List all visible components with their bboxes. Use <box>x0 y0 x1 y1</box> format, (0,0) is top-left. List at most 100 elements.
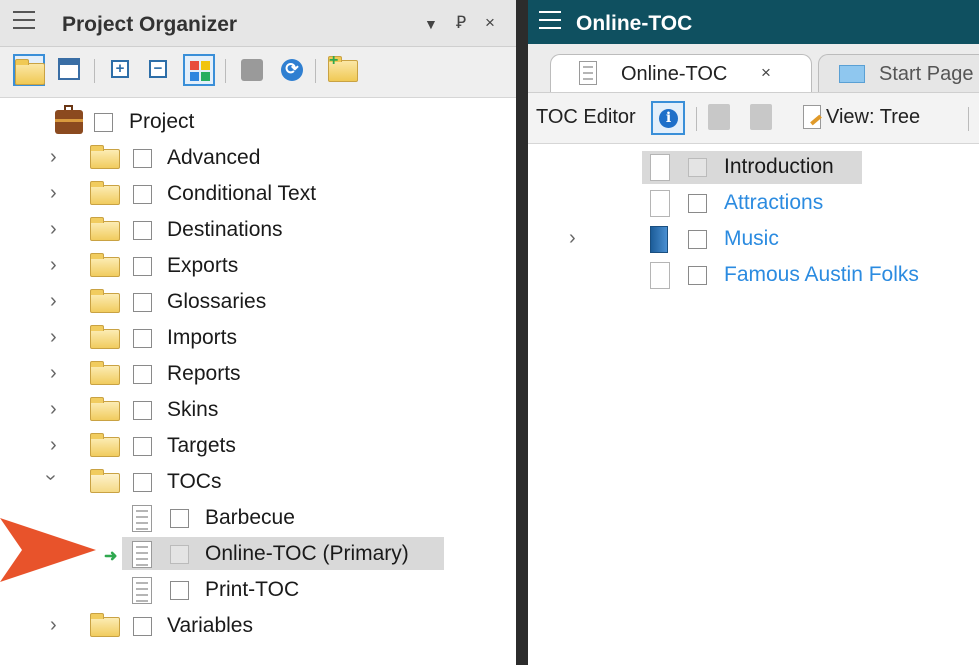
toc-link[interactable]: Famous Austin Folks <box>724 263 919 287</box>
info-icon: i <box>659 109 678 128</box>
checkbox[interactable] <box>94 113 113 132</box>
folder-view-button[interactable] <box>13 54 45 86</box>
tree-folder-variables[interactable]: › Variables <box>0 608 516 644</box>
tree-folder-advanced[interactable]: › Advanced <box>0 140 516 176</box>
tree-label: Exports <box>167 254 239 277</box>
checkbox[interactable] <box>133 473 152 492</box>
toc-link[interactable]: Music <box>724 227 779 251</box>
disabled-icon <box>241 59 263 81</box>
menu-icon[interactable] <box>539 11 561 29</box>
toolbar-title: TOC Editor <box>536 106 636 128</box>
checkbox[interactable] <box>133 329 152 348</box>
menu-icon[interactable] <box>13 11 35 29</box>
chevron-down-icon[interactable]: › <box>39 474 62 481</box>
tree-folder-tocs[interactable]: › TOCs <box>0 464 516 500</box>
dropdown-icon[interactable]: ▼ <box>424 16 438 32</box>
collapse-all-button[interactable]: − <box>143 54 175 86</box>
checkbox[interactable] <box>688 158 707 177</box>
chevron-right-icon[interactable]: › <box>50 398 57 421</box>
chevron-right-icon[interactable]: › <box>50 254 57 277</box>
tree-folder-reports[interactable]: › Reports <box>0 356 516 392</box>
chevron-right-icon[interactable]: › <box>50 434 57 457</box>
checkbox[interactable] <box>688 194 707 213</box>
tab-online-toc[interactable]: Online-TOC × <box>550 54 812 92</box>
tree-label: Imports <box>167 326 238 349</box>
toc-label: Introduction <box>724 155 834 178</box>
chevron-right-icon[interactable]: › <box>569 227 576 250</box>
toc-link[interactable]: Attractions <box>724 191 823 215</box>
chevron-right-icon[interactable]: › <box>50 362 57 385</box>
project-organizer-title-bar: Project Organizer ▼ Ꝑ × <box>0 0 516 47</box>
primary-target-arrow-icon: ➜ <box>104 548 118 565</box>
view-icon <box>803 105 821 129</box>
tree-label: Glossaries <box>167 290 267 313</box>
folder-icon <box>90 145 120 169</box>
document-tab-bar: Online-TOC × Start Page <box>528 44 979 93</box>
project-organizer-toolbar: + − ⟳ + <box>0 47 516 98</box>
tree-folder-conditional-text[interactable]: › Conditional Text <box>0 176 516 212</box>
disabled-tool-icon[interactable] <box>750 104 772 130</box>
tree-folder-skins[interactable]: › Skins <box>0 392 516 428</box>
checkbox[interactable] <box>133 257 152 276</box>
tree-root-project[interactable]: Project <box>0 104 516 140</box>
tree-folder-exports[interactable]: › Exports <box>0 248 516 284</box>
tree-folder-targets[interactable]: › Targets <box>0 428 516 464</box>
view-mode-button[interactable]: View: Tree <box>826 106 920 129</box>
sync-button[interactable]: ⟳ <box>276 54 308 86</box>
tree-label: Project <box>129 110 195 133</box>
checkbox[interactable] <box>688 230 707 249</box>
folder-icon <box>90 253 120 277</box>
properties-button[interactable]: i <box>651 101 685 135</box>
chevron-right-icon[interactable]: › <box>50 326 57 349</box>
checkbox[interactable] <box>170 545 189 564</box>
checkbox[interactable] <box>133 185 152 204</box>
chevron-right-icon[interactable]: › <box>50 290 57 313</box>
toc-item-introduction[interactable]: Introduction <box>528 149 979 185</box>
layout-button[interactable] <box>183 54 215 86</box>
plus-icon: + <box>329 52 339 69</box>
tree-label: Reports <box>167 362 241 385</box>
checkbox[interactable] <box>170 581 189 600</box>
tree-label: Conditional Text <box>167 182 317 205</box>
disabled-tool-button[interactable] <box>236 54 268 86</box>
tree-folder-glossaries[interactable]: › Glossaries <box>0 284 516 320</box>
checkbox[interactable] <box>133 149 152 168</box>
book-icon <box>650 226 668 253</box>
checkbox[interactable] <box>170 509 189 528</box>
chevron-right-icon[interactable]: › <box>50 218 57 241</box>
checkbox[interactable] <box>133 617 152 636</box>
expand-all-button[interactable]: + <box>105 54 137 86</box>
toc-item-attractions[interactable]: Attractions <box>528 185 979 221</box>
checkbox[interactable] <box>133 401 152 420</box>
add-folder-button[interactable]: + <box>326 52 358 86</box>
close-tab-icon[interactable]: × <box>761 63 771 83</box>
tree-label: Advanced <box>167 146 261 169</box>
toolbar-separator <box>315 59 316 83</box>
folder-icon <box>90 433 120 457</box>
tree-folder-imports[interactable]: › Imports <box>0 320 516 356</box>
toolbar-separator <box>696 107 697 131</box>
tab-label: Online-TOC <box>621 63 728 85</box>
window-view-button[interactable] <box>54 54 86 86</box>
tree-label: Targets <box>167 434 236 457</box>
folder-icon <box>15 59 45 85</box>
pin-icon[interactable]: Ꝑ <box>456 13 466 33</box>
callout-arrow-icon <box>0 518 96 582</box>
checkbox[interactable] <box>133 365 152 384</box>
checkbox[interactable] <box>133 293 152 312</box>
chevron-right-icon[interactable]: › <box>50 182 57 205</box>
disabled-tool-icon[interactable] <box>708 104 730 130</box>
toc-item-music[interactable]: › Music <box>528 221 979 257</box>
folder-icon <box>90 325 120 349</box>
panel-title: Project Organizer <box>62 13 238 36</box>
checkbox[interactable] <box>688 266 707 285</box>
tab-start-page[interactable]: Start Page <box>818 54 979 92</box>
checkbox[interactable] <box>133 437 152 456</box>
checkbox[interactable] <box>133 221 152 240</box>
toc-item-famous-austin-folks[interactable]: Famous Austin Folks <box>528 257 979 293</box>
briefcase-icon <box>55 105 83 134</box>
tree-folder-destinations[interactable]: › Destinations <box>0 212 516 248</box>
chevron-right-icon[interactable]: › <box>50 146 57 169</box>
chevron-right-icon[interactable]: › <box>50 614 57 637</box>
close-icon[interactable]: × <box>485 13 495 33</box>
